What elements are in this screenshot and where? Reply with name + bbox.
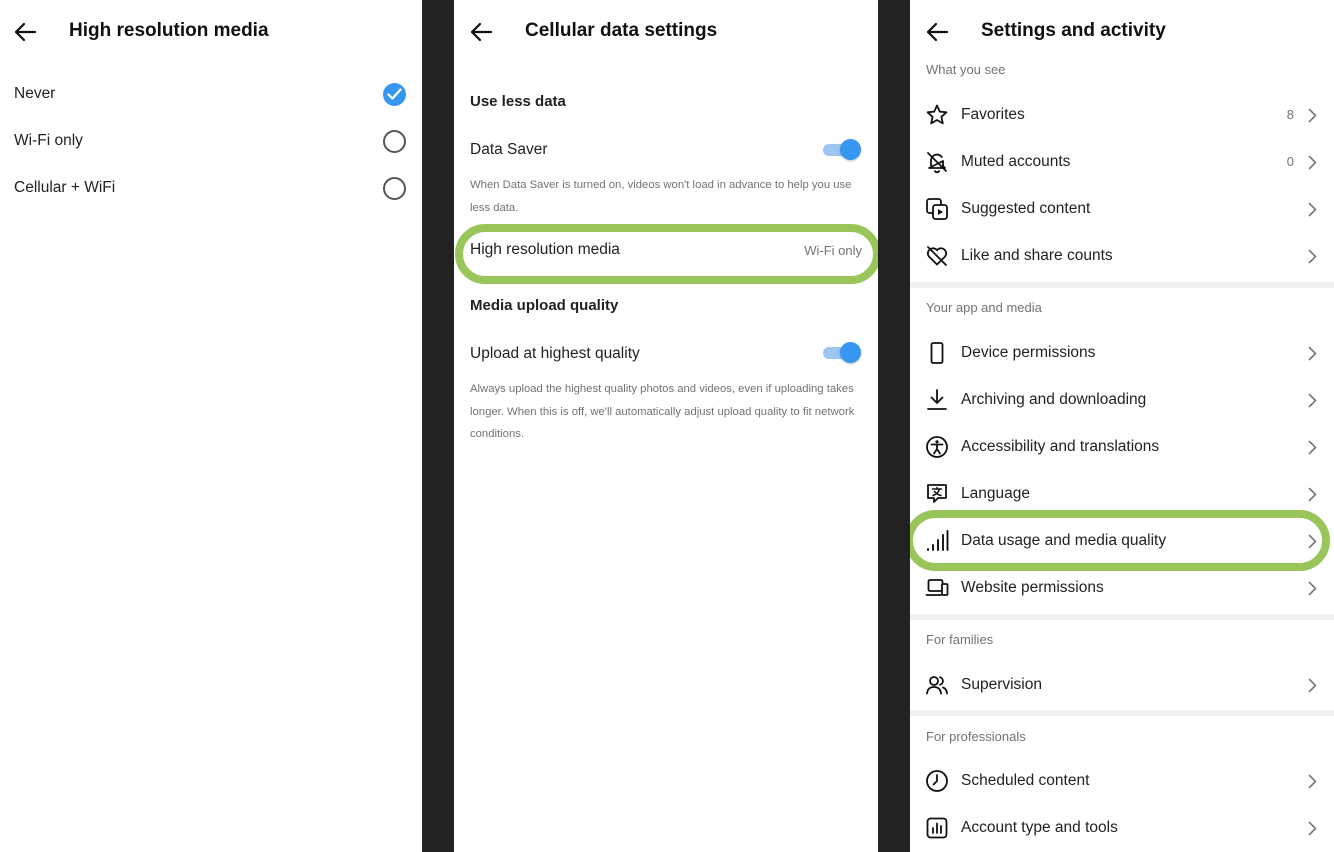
download-icon: [927, 389, 947, 410]
people-icon: [926, 676, 948, 695]
group-divider: [910, 614, 1334, 620]
star-icon: [926, 104, 948, 125]
checkmark-icon: [387, 88, 402, 100]
item-count: 0: [1286, 154, 1294, 169]
group-heading-what-you-see: What you see: [926, 62, 1006, 77]
header: Settings and activity: [910, 0, 1334, 64]
item-label: Data usage and media quality: [961, 532, 1167, 549]
toggle-knob: [840, 139, 861, 160]
settings-item-supervision[interactable]: Supervision: [910, 662, 1334, 709]
settings-item-device-permissions[interactable]: Device permissions: [910, 330, 1334, 377]
settings-item-website-permissions[interactable]: Website permissions: [910, 565, 1334, 612]
settings-item-account-type-tools[interactable]: Account type and tools: [910, 805, 1334, 852]
heart-off-icon: [926, 246, 948, 266]
item-count: 8: [1286, 107, 1294, 122]
settings-item-archiving-downloading[interactable]: Archiving and downloading: [910, 377, 1334, 424]
group-heading-for-professionals: For professionals: [926, 729, 1026, 744]
radio-selected[interactable]: [383, 83, 406, 106]
item-label: Suggested content: [961, 200, 1091, 217]
settings-item-accessibility-translations[interactable]: Accessibility and translations: [910, 424, 1334, 471]
page-title: High resolution media: [69, 20, 269, 41]
item-label: Language: [961, 485, 1030, 502]
settings-item-favorites[interactable]: Favorites 8: [910, 92, 1334, 139]
item-label: Archiving and downloading: [961, 391, 1147, 408]
chevron-right-icon: [1308, 774, 1317, 789]
suggested-content-icon: [926, 198, 948, 220]
item-label: Device permissions: [961, 344, 1096, 361]
section-heading-use-less-data: Use less data: [470, 93, 566, 110]
item-label: Favorites: [961, 106, 1025, 123]
chevron-right-icon: [1308, 678, 1317, 693]
settings-item-muted-accounts[interactable]: Muted accounts 0: [910, 139, 1334, 186]
cellular-data-settings-screen: Cellular data settings Use less data Dat…: [454, 0, 878, 852]
settings-item-data-usage-media-quality[interactable]: Data usage and media quality: [910, 518, 1334, 565]
item-label: Muted accounts: [961, 153, 1071, 170]
data-saver-toggle[interactable]: [823, 139, 861, 161]
settings-item-language[interactable]: Language: [910, 471, 1334, 518]
chevron-right-icon: [1308, 487, 1317, 502]
group-heading-your-app-and-media: Your app and media: [926, 300, 1042, 315]
page-title: Cellular data settings: [525, 20, 718, 41]
chevron-right-icon: [1308, 440, 1317, 455]
page-title: Settings and activity: [981, 20, 1166, 41]
clock-icon: [926, 770, 948, 792]
item-label: Accessibility and translations: [961, 438, 1160, 455]
chevron-right-icon: [1308, 393, 1317, 408]
group-divider: [910, 282, 1334, 288]
item-label: Scheduled content: [961, 772, 1090, 789]
upload-quality-description: Always upload the highest quality photos…: [470, 383, 855, 440]
chevron-right-icon: [1308, 202, 1317, 217]
item-label: Account type and tools: [961, 819, 1118, 836]
option-label: Cellular + WiFi: [14, 179, 116, 196]
option-label: Never: [14, 85, 56, 102]
phone-icon: [930, 342, 944, 364]
back-arrow-icon[interactable]: [468, 19, 494, 45]
high-resolution-media-row[interactable]: High resolution media: [470, 241, 620, 259]
option-cellular-wifi[interactable]: Cellular + WiFi: [0, 169, 422, 209]
settings-item-like-share-counts[interactable]: Like and share counts: [910, 233, 1334, 280]
accessibility-icon: [926, 436, 948, 458]
section-heading-upload-quality: Media upload quality: [470, 297, 619, 314]
chevron-right-icon: [1308, 249, 1317, 264]
high-resolution-media-screen: High resolution media Never Wi-Fi only C…: [0, 0, 422, 852]
back-arrow-icon[interactable]: [12, 19, 38, 45]
high-resolution-media-value: Wi-Fi only: [804, 243, 862, 258]
chevron-right-icon: [1308, 346, 1317, 361]
group-divider: [910, 710, 1334, 716]
group-heading-for-families: For families: [926, 632, 994, 647]
settings-item-suggested-content[interactable]: Suggested content: [910, 186, 1334, 233]
radio-unselected[interactable]: [383, 177, 406, 200]
upload-highest-quality-toggle[interactable]: [823, 342, 861, 364]
option-never[interactable]: Never: [0, 75, 422, 115]
header: High resolution media: [0, 0, 422, 64]
chevron-right-icon: [1308, 581, 1317, 596]
radio-unselected[interactable]: [383, 130, 406, 153]
back-arrow-icon[interactable]: [924, 19, 950, 45]
bell-off-icon: [927, 152, 947, 174]
option-label: Wi-Fi only: [14, 132, 83, 149]
item-label: Website permissions: [961, 579, 1104, 596]
option-wifi-only[interactable]: Wi-Fi only: [0, 122, 422, 162]
language-icon: [927, 484, 947, 503]
settings-and-activity-screen: Settings and activity What you see Favor…: [910, 0, 1334, 852]
header: Cellular data settings: [454, 0, 878, 64]
data-saver-description: When Data Saver is turned on, videos won…: [470, 179, 852, 214]
item-label: Like and share counts: [961, 247, 1113, 264]
upload-highest-quality-label: Upload at highest quality: [470, 345, 640, 362]
chevron-right-icon: [1308, 534, 1317, 549]
chevron-right-icon: [1308, 108, 1317, 123]
item-label: Supervision: [961, 676, 1042, 693]
laptop-icon: [925, 579, 949, 596]
settings-item-scheduled-content[interactable]: Scheduled content: [910, 758, 1334, 805]
chevron-right-icon: [1308, 155, 1317, 170]
signal-icon: [927, 530, 949, 551]
chart-icon: [926, 817, 948, 839]
chevron-right-icon: [1308, 821, 1317, 836]
data-saver-label: Data Saver: [470, 141, 548, 158]
toggle-knob: [840, 342, 861, 363]
